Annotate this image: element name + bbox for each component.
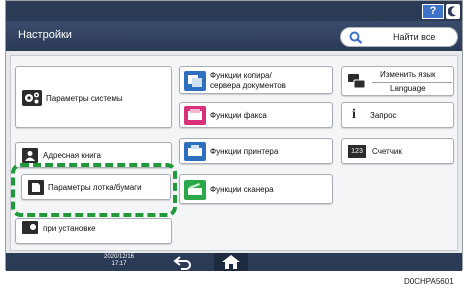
- date-text: 2020/12/16: [103, 254, 135, 260]
- moon-icon: [448, 6, 456, 17]
- back-arrow-icon: [173, 256, 191, 270]
- copier-functions-label: Функции копира/ сервера документов: [210, 71, 286, 90]
- scanner-functions-label: Функции сканера: [210, 185, 274, 194]
- fax-icon: [184, 106, 206, 125]
- title-bar: Настройки Найти все: [6, 21, 462, 51]
- status-bar: ?: [6, 1, 462, 21]
- system-settings-tile[interactable]: Параметры системы: [15, 66, 172, 128]
- fax-functions-tile[interactable]: Функции факса: [179, 102, 333, 128]
- counter-icon: 123: [348, 145, 366, 158]
- search-all-button[interactable]: Найти все: [340, 27, 458, 47]
- inquiry-tile[interactable]: i Запрос: [341, 102, 454, 128]
- change-language-label: Изменить язык: [380, 70, 436, 79]
- image-id: D0CHPA5601: [404, 277, 454, 286]
- time-text: 17:17: [111, 261, 127, 267]
- home-button[interactable]: [214, 253, 248, 271]
- language-label: Language: [390, 84, 426, 93]
- copier-icon: [184, 71, 206, 91]
- bottom-bar: 2020/12/16 17:17: [6, 253, 462, 271]
- info-icon: i: [352, 107, 356, 122]
- copier-functions-tile[interactable]: Функции копира/ сервера документов: [179, 66, 333, 94]
- settings-panel: Параметры системы Адресная книга Парамет…: [10, 55, 458, 251]
- back-button[interactable]: [172, 254, 194, 270]
- settings-content: Параметры системы Адресная книга Парамет…: [6, 51, 462, 253]
- printer-functions-tile[interactable]: Функции принтера: [179, 138, 333, 164]
- language-divider: [372, 82, 452, 83]
- scanner-icon: [184, 180, 206, 200]
- address-book-label: Адресная книга: [43, 151, 101, 160]
- printer-functions-label: Функции принтера: [210, 147, 279, 156]
- tray-paper-highlight: [11, 163, 177, 217]
- home-icon: [222, 255, 240, 269]
- date-time-display: 2020/12/16 17:17: [99, 254, 139, 268]
- counter-label: Счетчик: [372, 147, 402, 156]
- brightness-button[interactable]: [446, 4, 460, 19]
- printer-icon: [184, 142, 206, 161]
- search-icon: [349, 31, 363, 44]
- search-all-label: Найти все: [393, 32, 436, 42]
- address-book-icon: [22, 148, 38, 163]
- page-title: Настройки: [18, 29, 72, 41]
- inquiry-label: Запрос: [370, 111, 397, 120]
- fax-functions-label: Функции факса: [210, 111, 267, 120]
- installation-tile[interactable]: при установке: [15, 218, 172, 244]
- scanner-functions-tile[interactable]: Функции сканера: [179, 174, 333, 204]
- counter-tile[interactable]: 123 Счетчик: [341, 138, 454, 164]
- system-settings-label: Параметры системы: [46, 94, 123, 103]
- installation-icon: [22, 221, 38, 234]
- change-language-tile[interactable]: Изменить язык Language: [341, 66, 454, 96]
- help-button[interactable]: ?: [422, 4, 444, 19]
- device-screen: ? Настройки Найти все Параметры системы …: [5, 0, 463, 271]
- language-icon: [348, 74, 366, 89]
- installation-label: при установке: [43, 224, 96, 233]
- gears-icon: [22, 90, 42, 106]
